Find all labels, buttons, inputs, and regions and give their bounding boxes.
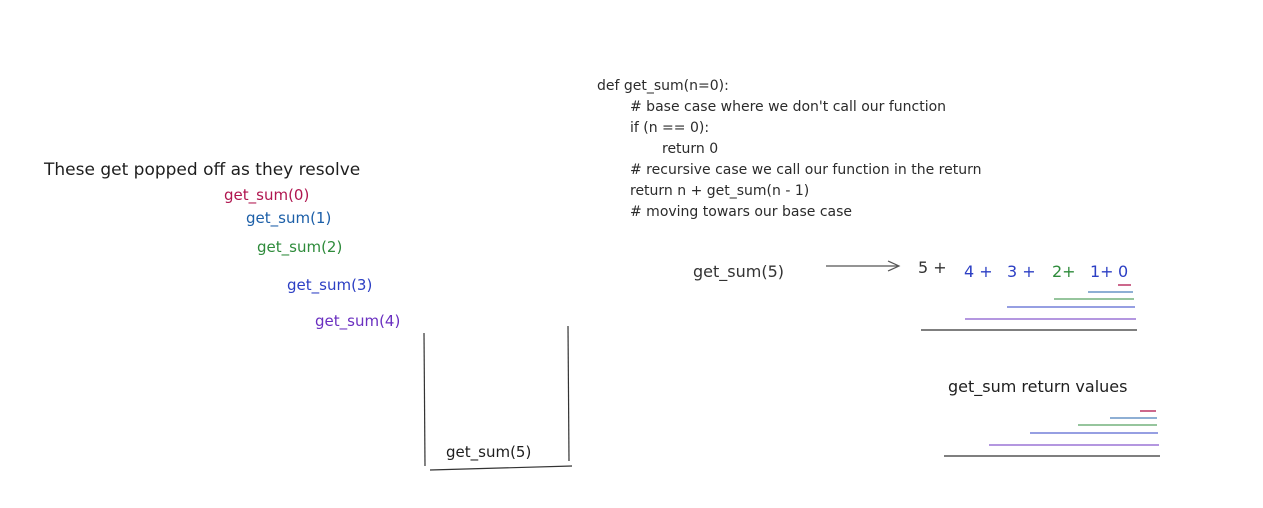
expansion-term-4: 4 + [964, 262, 993, 281]
code-line-4: # recursive case we call our function in… [630, 162, 982, 178]
expansion-term-0: 0 [1118, 262, 1129, 281]
stack-box-left-edge [423, 332, 426, 467]
code-line-1: # base case where we don't call our func… [630, 99, 947, 115]
code-line-5: return n + get_sum(n - 1) [630, 183, 810, 199]
expansion-term-5: 5 + [918, 258, 947, 277]
stack-box-right-edge [567, 325, 570, 462]
stack-base-frame: get_sum(5) [446, 443, 532, 461]
code-block: def get_sum(n=0): # base case where we d… [597, 76, 981, 223]
code-line-6: # moving towars our base case [630, 204, 853, 220]
expansion-term-1: 1+ [1090, 262, 1114, 281]
expansion-term-3: 3 + [1007, 262, 1036, 281]
expansion-term-2: 2+ [1052, 262, 1076, 281]
stack-box-bottom-edge [429, 465, 573, 471]
return-values-label: get_sum return values [948, 377, 1128, 396]
code-line-0: def get_sum(n=0): [597, 78, 729, 94]
code-line-3: return 0 [662, 141, 719, 157]
code-line-2: if (n == 0): [630, 120, 710, 136]
expansion-call: get_sum(5) [693, 262, 784, 281]
